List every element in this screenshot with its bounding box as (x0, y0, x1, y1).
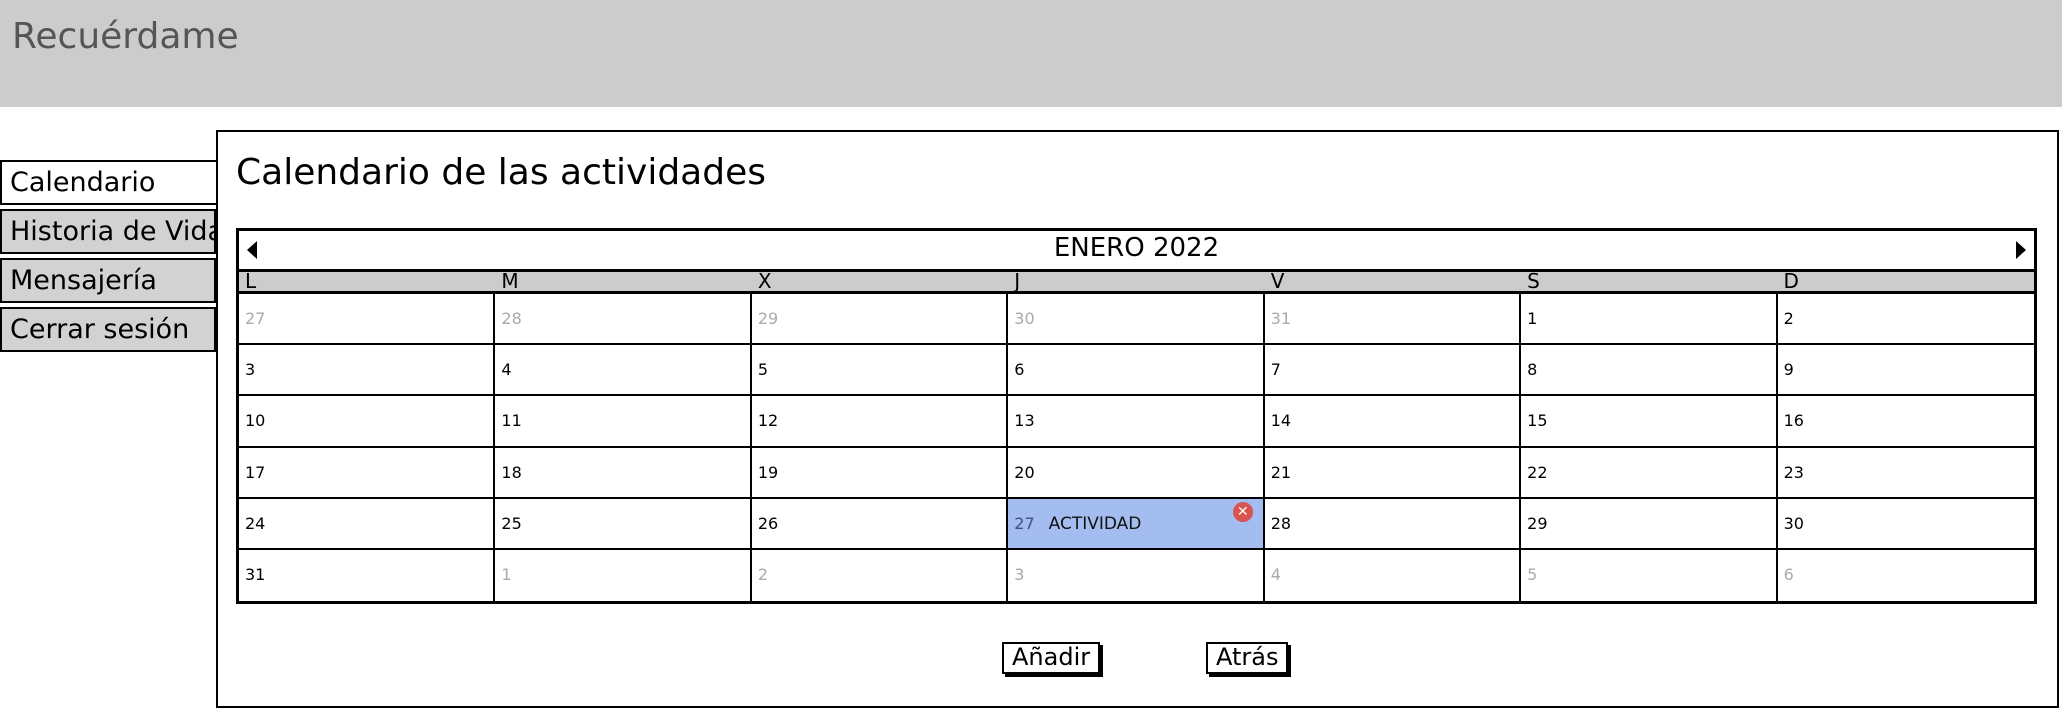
day-cell[interactable]: 3 (1008, 549, 1265, 601)
day-cell[interactable]: 10 (239, 396, 496, 448)
tab-cerrar-sesion[interactable]: Cerrar sesión (0, 307, 216, 352)
weekday-label: J (1014, 269, 1021, 293)
day-cell[interactable]: 29 (751, 294, 1009, 346)
tab-historia-de-vida[interactable]: Historia de Vida (0, 209, 224, 254)
day-cell[interactable]: 29 (1521, 498, 1778, 550)
day-cell[interactable]: 30 (1008, 294, 1265, 346)
day-cell[interactable]: 21 (1264, 447, 1522, 499)
weekday-label: S (1527, 269, 1540, 293)
day-cell[interactable]: 31 (239, 549, 496, 601)
day-number: 27 (1014, 513, 1035, 533)
calendar-nav: ENERO 2022 (239, 231, 2034, 269)
calendar-grid: 27 28 29 30 31 1 2 3 4 5 6 7 8 9 10 11 1… (239, 294, 2034, 601)
day-cell[interactable]: 30 (1777, 499, 2034, 550)
weekday-label: L (245, 269, 257, 293)
day-cell[interactable]: 2 (752, 549, 1009, 601)
weekday-label: X (757, 269, 772, 293)
month-label: ENERO 2022 (1053, 233, 1220, 263)
app-title: Recuérdame (12, 16, 239, 57)
weekday-header: L M X J V S D (239, 269, 2034, 294)
day-cell[interactable]: 23 (1777, 448, 2034, 499)
day-cell[interactable]: 25 (495, 498, 752, 550)
day-cell[interactable]: 1 (1521, 294, 1778, 346)
app-header: Recuérdame (0, 0, 2062, 107)
day-cell[interactable]: 6 (1778, 550, 2034, 601)
day-cell[interactable]: 4 (495, 345, 752, 397)
add-button[interactable]: Añadir (1002, 642, 1101, 674)
day-cell[interactable]: 3 (239, 345, 496, 397)
day-cell[interactable]: 4 (1265, 549, 1522, 601)
day-cell[interactable]: 18 (495, 447, 752, 499)
weekday-label: M (501, 269, 519, 293)
day-cell[interactable]: 28 (1264, 498, 1522, 550)
calendar: ENERO 2022 L M X J V S D 27 28 29 30 31 … (236, 228, 2037, 604)
day-cell[interactable]: 13 (1008, 396, 1265, 448)
day-cell[interactable]: 2 (1777, 294, 2034, 346)
day-cell[interactable]: 5 (751, 345, 1009, 397)
day-cell[interactable]: 6 (1008, 345, 1265, 397)
next-month-icon[interactable] (2016, 241, 2026, 259)
back-button[interactable]: Atrás (1206, 642, 1289, 674)
day-cell[interactable]: 12 (751, 396, 1009, 448)
event-label[interactable]: ACTIVIDAD (1049, 514, 1142, 534)
day-cell[interactable]: 31 (1264, 294, 1522, 346)
page-title: Calendario de las actividades (236, 152, 766, 193)
day-cell[interactable]: 27 (239, 294, 496, 346)
day-cell[interactable]: 14 (1264, 396, 1522, 448)
weekday-label: D (1783, 269, 1799, 293)
day-cell[interactable]: 9 (1777, 345, 2034, 397)
tab-calendario[interactable]: Calendario (0, 160, 216, 205)
day-cell[interactable]: 5 (1521, 549, 1778, 601)
day-cell[interactable]: 15 (1521, 396, 1778, 448)
day-cell[interactable]: 11 (495, 396, 752, 448)
day-cell[interactable]: 28 (495, 294, 752, 346)
day-cell[interactable]: 7 (1264, 345, 1522, 397)
content-panel: Calendario de las actividades ENERO 2022… (216, 130, 2059, 708)
day-cell[interactable]: 19 (751, 447, 1009, 499)
day-cell[interactable]: 17 (239, 447, 496, 499)
event-day-cell[interactable]: 27 ACTIVIDAD ✕ (1008, 498, 1265, 550)
tab-mensajeria[interactable]: Mensajería (0, 258, 216, 303)
remove-event-icon[interactable]: ✕ (1232, 501, 1253, 522)
day-cell[interactable]: 26 (751, 498, 1009, 550)
day-cell[interactable]: 16 (1777, 396, 2034, 448)
day-cell[interactable]: 1 (495, 549, 752, 601)
weekday-label: V (1270, 269, 1285, 293)
day-cell[interactable]: 20 (1008, 447, 1265, 499)
day-cell[interactable]: 22 (1521, 447, 1778, 499)
day-cell[interactable]: 8 (1521, 345, 1778, 397)
day-cell[interactable]: 24 (239, 498, 496, 550)
